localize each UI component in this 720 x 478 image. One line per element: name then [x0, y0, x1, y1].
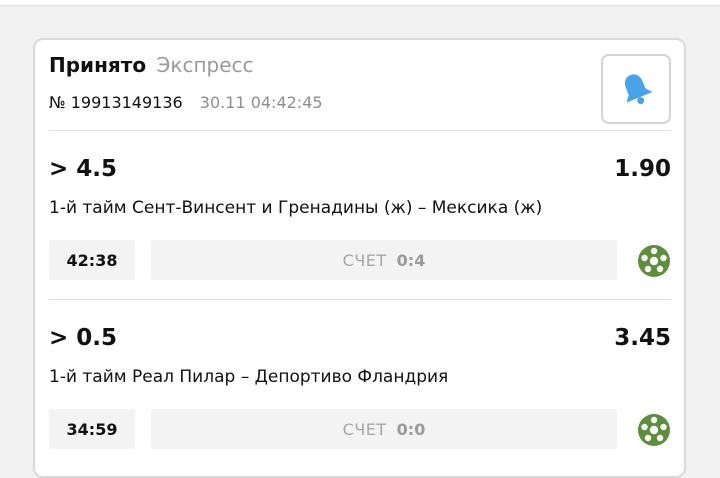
- bet-header-title: Принято Экспресс: [49, 52, 254, 78]
- score-label: СЧЕТ: [342, 250, 387, 270]
- match-time-value: 34:59: [66, 419, 118, 439]
- bet-outcome: > 4.5: [49, 156, 118, 182]
- score-value: 0:0: [396, 419, 426, 439]
- notification-button[interactable]: [601, 54, 671, 124]
- top-strip: [0, 0, 720, 6]
- bet-odds: 1.90: [614, 156, 671, 182]
- bet-status: Принято: [49, 53, 147, 77]
- match-time: 34:59: [49, 409, 135, 449]
- match-name: 1-й тайм Реал Пилар – Депортиво Фландрия: [49, 367, 449, 387]
- bet-card: Принято Экспресс № 19913149136 30.11 04:…: [33, 38, 686, 478]
- score-value: 0:4: [396, 250, 426, 270]
- bet-outcome: > 0.5: [49, 325, 118, 351]
- bet-type: Экспресс: [156, 53, 254, 77]
- event-divider: [49, 299, 671, 300]
- event-row: > 4.5 1.90 1-й тайм Сент-Винсент и Грена…: [49, 154, 671, 304]
- football-icon: [638, 414, 670, 446]
- bet-number: № 19913149136: [49, 93, 183, 112]
- score-label: СЧЕТ: [342, 419, 387, 439]
- header-divider: [49, 130, 671, 131]
- match-time-value: 42:38: [66, 250, 118, 270]
- football-icon: [638, 245, 670, 277]
- bet-datetime: 30.11 04:42:45: [199, 93, 323, 112]
- match-time: 42:38: [49, 240, 135, 280]
- match-name: 1-й тайм Сент-Винсент и Гренадины (ж) – …: [49, 198, 543, 218]
- bell-icon: [624, 74, 653, 105]
- score-box: СЧЕТ 0:0: [151, 409, 617, 449]
- bet-odds: 3.45: [614, 325, 671, 351]
- score-box: СЧЕТ 0:4: [151, 240, 617, 280]
- event-row: > 0.5 3.45 1-й тайм Реал Пилар – Депорти…: [49, 323, 671, 473]
- bet-meta: № 19913149136 30.11 04:42:45: [49, 92, 323, 114]
